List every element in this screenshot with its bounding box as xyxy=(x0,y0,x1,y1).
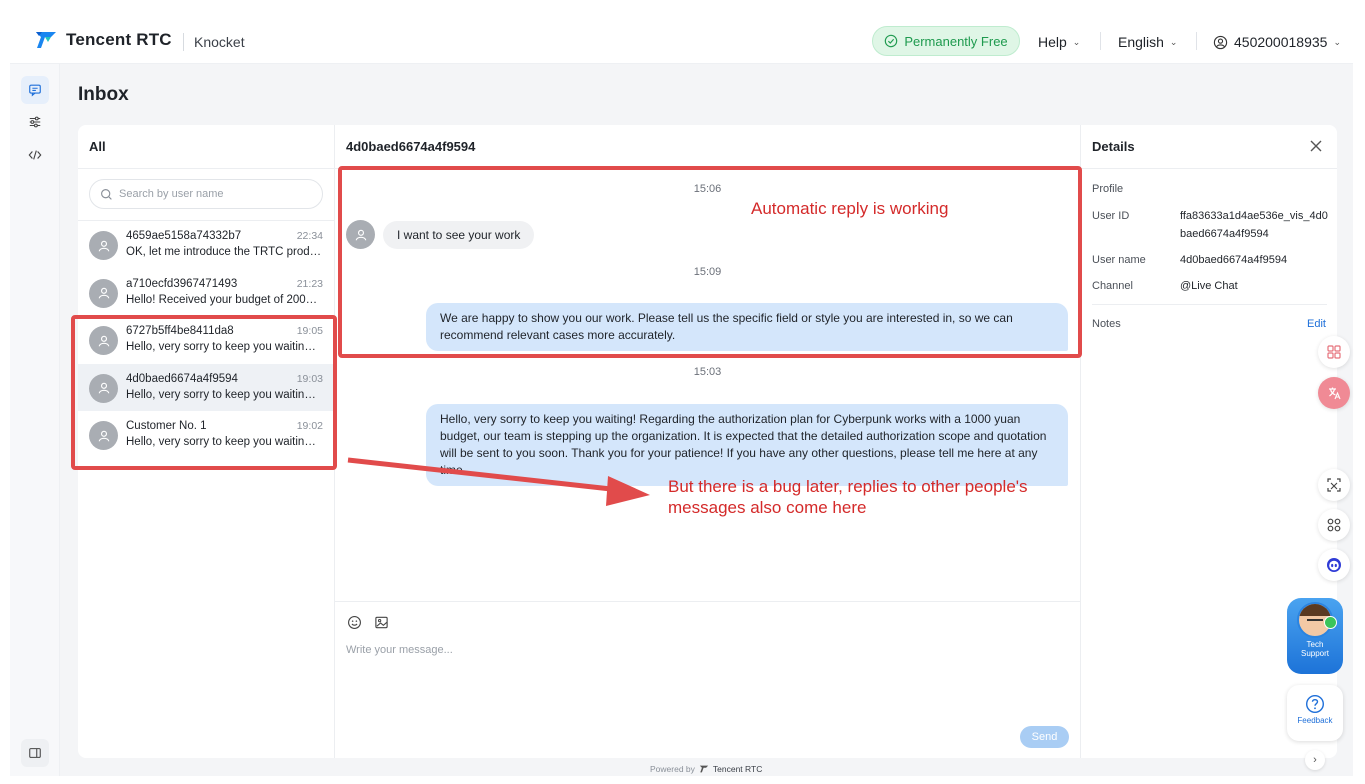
check-circle-icon xyxy=(885,34,898,48)
code-icon xyxy=(28,150,42,160)
tech-support-button[interactable]: Tech Support xyxy=(1287,598,1343,674)
user-name-value: 4d0baed6674a4f9594 xyxy=(1180,254,1288,266)
details-title: Details xyxy=(1081,125,1337,169)
tech-support-label-line1: Tech xyxy=(1306,640,1324,649)
edit-notes-link[interactable]: Edit xyxy=(1307,318,1326,330)
channel-label: Channel xyxy=(1092,280,1133,292)
avatar xyxy=(89,278,118,308)
chat-title: 4d0baed6674a4f9594 xyxy=(335,125,1080,169)
top-bar: Tencent RTC Knocket Permanently Free Hel… xyxy=(10,18,1353,64)
search-icon xyxy=(101,188,112,200)
avatar xyxy=(89,231,118,260)
annotation-auto-reply: Automatic reply is working xyxy=(751,199,949,218)
left-nav xyxy=(10,64,60,776)
user-id-label: User ID xyxy=(1092,210,1130,222)
tencent-rtc-logo-icon xyxy=(699,765,709,773)
bot-icon xyxy=(1327,558,1341,572)
powered-by-brand: Tencent RTC xyxy=(712,764,763,774)
search-placeholder: Search by user name xyxy=(119,188,224,200)
notes-label: Notes xyxy=(1092,318,1121,330)
scan-widget-button[interactable] xyxy=(1318,469,1350,501)
feedback-button[interactable]: Feedback xyxy=(1287,685,1343,741)
tech-support-label-line2: Support xyxy=(1300,649,1330,658)
brand-name: Tencent RTC xyxy=(66,30,172,49)
page-title: Inbox xyxy=(78,84,129,105)
message-timestamp: 15:03 xyxy=(693,366,722,378)
language-menu[interactable]: English ⌄ xyxy=(1118,34,1177,50)
message-composer: Write your message... Send xyxy=(335,601,1080,758)
nav-inbox[interactable] xyxy=(21,76,49,104)
user-icon xyxy=(98,240,109,251)
emoji-icon[interactable] xyxy=(347,615,362,630)
help-menu[interactable]: Help ⌄ xyxy=(1038,34,1080,50)
chevron-down-icon: ⌄ xyxy=(1169,36,1178,47)
panel-toggle-icon xyxy=(29,748,41,758)
brand-divider xyxy=(183,33,184,51)
permanently-free-badge[interactable]: Permanently Free xyxy=(872,26,1020,56)
composer-toolbar xyxy=(347,615,389,630)
scan-translate-icon xyxy=(1327,478,1341,492)
conversation-preview: OK, let me introduce the TRTC product ..… xyxy=(126,246,322,258)
grid-icon xyxy=(1327,518,1341,532)
conversation-time: 21:23 xyxy=(296,277,323,290)
nav-developer[interactable] xyxy=(21,141,49,169)
apps-widget-button[interactable] xyxy=(1318,336,1350,368)
account-id: 450200018935 xyxy=(1234,34,1328,50)
profile-label: Profile xyxy=(1092,183,1124,195)
message-input[interactable]: Write your message... xyxy=(346,644,453,656)
brand[interactable]: Tencent RTC xyxy=(34,28,172,52)
conversation-time: 22:34 xyxy=(296,230,323,242)
user-id-value: ffa83633a1d4ae536e_vis_4d0baed6674a4f959… xyxy=(1180,210,1328,240)
assistant-widget-button[interactable] xyxy=(1318,549,1350,581)
conversation-preview: Hello! Received your budget of 2000 yu..… xyxy=(126,293,322,306)
whatsapp-icon xyxy=(1324,616,1337,629)
conversation-tab-all[interactable]: All xyxy=(78,125,334,169)
free-label: Permanently Free xyxy=(904,33,1008,49)
send-button[interactable]: Send xyxy=(1020,726,1069,748)
feedback-label: Feedback xyxy=(1297,716,1333,725)
translate-widget-button[interactable] xyxy=(1318,377,1350,409)
nav-settings[interactable] xyxy=(21,108,49,136)
annotation-highlight-box xyxy=(338,166,1082,358)
menu-divider xyxy=(1100,32,1101,50)
conversation-item[interactable]: 4659ae5158a74332b7 22:34 OK, let me intr… xyxy=(78,221,334,269)
powered-by-footer: Powered by Tencent RTC xyxy=(650,764,762,774)
app-name[interactable]: Knocket xyxy=(194,34,245,50)
channel-value: @Live Chat xyxy=(1180,280,1238,292)
search-input[interactable]: Search by user name xyxy=(89,179,323,209)
annotation-highlight-box xyxy=(71,315,337,470)
conversation-item[interactable]: a710ecfd3967471493 21:23 Hello! Received… xyxy=(78,269,334,317)
account-menu[interactable]: 450200018935 ⌄ xyxy=(1213,34,1341,50)
sidebar-toggle-button[interactable] xyxy=(21,739,49,767)
divider xyxy=(1092,304,1327,305)
help-label: Help xyxy=(1038,34,1067,50)
chat-icon xyxy=(29,84,41,97)
conversation-name: a710ecfd3967471493 xyxy=(126,277,238,290)
question-circle-icon xyxy=(1305,694,1325,714)
translate-icon xyxy=(1329,387,1341,400)
powered-by-label: Powered by xyxy=(650,764,695,774)
menu-divider xyxy=(1196,32,1197,50)
tencent-rtc-logo-icon xyxy=(36,32,56,48)
conversation-name: 4659ae5158a74332b7 xyxy=(126,230,242,242)
annotation-bug-line2: messages also come here xyxy=(668,498,867,517)
annotation-arrow-icon xyxy=(347,457,650,506)
chevron-down-icon: ⌄ xyxy=(1333,36,1341,47)
image-upload-icon[interactable] xyxy=(374,615,389,630)
sliders-icon xyxy=(29,116,41,128)
chevron-right-icon[interactable]: › xyxy=(1305,750,1325,770)
chevron-down-icon: ⌄ xyxy=(1072,36,1081,47)
language-label: English xyxy=(1118,34,1164,50)
user-circle-icon xyxy=(1213,35,1228,49)
user-icon xyxy=(98,287,109,299)
user-name-label: User name xyxy=(1092,254,1146,266)
tools-widget-button[interactable] xyxy=(1318,509,1350,541)
annotation-bug-line1: But there is a bug later, replies to oth… xyxy=(668,477,1028,496)
close-icon[interactable] xyxy=(1309,139,1323,153)
apps-grid-icon xyxy=(1327,345,1341,359)
